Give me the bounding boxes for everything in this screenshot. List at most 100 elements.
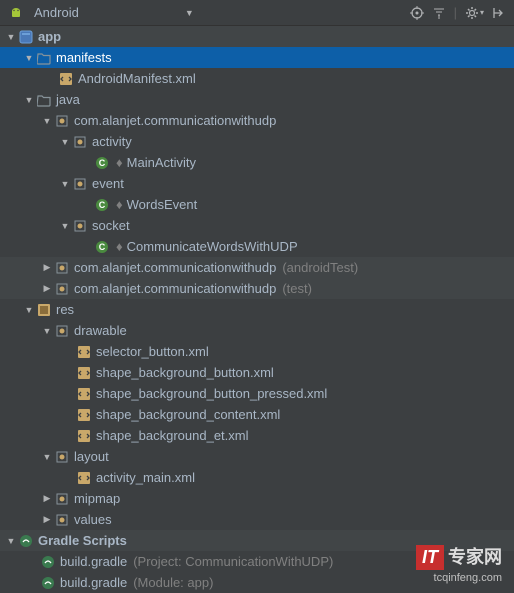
expand-arrow[interactable] bbox=[22, 305, 36, 315]
tree-node-words-event[interactable]: ♦ WordsEvent bbox=[0, 194, 514, 215]
tree-node-shape-bg-et[interactable]: shape_background_et.xml bbox=[0, 425, 514, 446]
node-label: values bbox=[74, 512, 112, 527]
tree-node-main-activity[interactable]: ♦ MainActivity bbox=[0, 152, 514, 173]
tree-node-app[interactable]: app bbox=[0, 26, 514, 47]
expand-arrow[interactable] bbox=[58, 137, 72, 147]
expand-arrow[interactable] bbox=[40, 514, 54, 525]
node-suffix: (test) bbox=[282, 281, 312, 296]
tree-node-package-event[interactable]: event bbox=[0, 173, 514, 194]
node-label: activity_main.xml bbox=[96, 470, 195, 485]
node-label: res bbox=[56, 302, 74, 317]
view-label: Android bbox=[34, 5, 79, 20]
package-icon bbox=[54, 281, 70, 297]
scroll-from-source-button[interactable] bbox=[410, 6, 424, 20]
xml-file-icon bbox=[76, 386, 92, 402]
xml-file-icon bbox=[76, 344, 92, 360]
node-label: selector_button.xml bbox=[96, 344, 209, 359]
node-suffix: (Module: app) bbox=[133, 575, 213, 590]
expand-arrow[interactable] bbox=[40, 493, 54, 504]
tree-node-drawable[interactable]: drawable bbox=[0, 320, 514, 341]
tree-node-values[interactable]: values bbox=[0, 509, 514, 530]
package-icon bbox=[54, 113, 70, 129]
node-label: event bbox=[92, 176, 124, 191]
node-label: java bbox=[56, 92, 80, 107]
package-icon bbox=[54, 512, 70, 528]
gradle-icon bbox=[40, 554, 56, 570]
tree-node-communicate[interactable]: ♦ CommunicateWordsWithUDP bbox=[0, 236, 514, 257]
tree-node-java[interactable]: java bbox=[0, 89, 514, 110]
node-label: socket bbox=[92, 218, 130, 233]
tree-node-res[interactable]: res bbox=[0, 299, 514, 320]
package-icon bbox=[54, 491, 70, 507]
node-suffix: (Project: CommunicationWithUDP) bbox=[133, 554, 333, 569]
package-icon bbox=[72, 176, 88, 192]
package-icon bbox=[54, 323, 70, 339]
xml-file-icon bbox=[76, 365, 92, 381]
project-tree: app manifests AndroidManifest.xml java c… bbox=[0, 26, 514, 593]
tree-node-gradle-scripts[interactable]: Gradle Scripts bbox=[0, 530, 514, 551]
node-label: com.alanjet.communicationwithudp bbox=[74, 113, 276, 128]
expand-arrow[interactable] bbox=[58, 221, 72, 231]
xml-file-icon bbox=[76, 407, 92, 423]
expand-arrow[interactable] bbox=[22, 53, 36, 63]
expand-arrow[interactable] bbox=[22, 95, 36, 105]
package-icon bbox=[72, 218, 88, 234]
gradle-icon bbox=[40, 575, 56, 591]
node-label: shape_background_button_pressed.xml bbox=[96, 386, 327, 401]
tree-node-package-androidtest[interactable]: com.alanjet.communicationwithudp (androi… bbox=[0, 257, 514, 278]
expand-arrow[interactable] bbox=[40, 326, 54, 336]
android-icon bbox=[8, 5, 24, 21]
node-label: build.gradle bbox=[60, 575, 127, 590]
folder-icon bbox=[36, 92, 52, 108]
package-icon bbox=[72, 134, 88, 150]
tree-node-selector-button[interactable]: selector_button.xml bbox=[0, 341, 514, 362]
expand-arrow[interactable] bbox=[40, 262, 54, 273]
expand-arrow[interactable] bbox=[40, 116, 54, 126]
settings-button[interactable]: ▾ bbox=[465, 6, 484, 20]
tree-node-package-socket[interactable]: socket bbox=[0, 215, 514, 236]
node-label: mipmap bbox=[74, 491, 120, 506]
view-selector[interactable]: Android ▼ bbox=[8, 5, 410, 21]
tree-node-manifests[interactable]: manifests bbox=[0, 47, 514, 68]
expand-arrow[interactable] bbox=[4, 32, 18, 42]
tree-node-layout[interactable]: layout bbox=[0, 446, 514, 467]
node-label: app bbox=[38, 29, 61, 44]
toolbar: Android ▼ | ▾ bbox=[0, 0, 514, 26]
node-label: CommunicateWordsWithUDP bbox=[127, 239, 298, 254]
node-label: layout bbox=[74, 449, 109, 464]
expand-arrow[interactable] bbox=[40, 452, 54, 462]
tree-node-shape-bg-content[interactable]: shape_background_content.xml bbox=[0, 404, 514, 425]
node-label: drawable bbox=[74, 323, 127, 338]
tree-node-package-main[interactable]: com.alanjet.communicationwithudp bbox=[0, 110, 514, 131]
tree-node-mipmap[interactable]: mipmap bbox=[0, 488, 514, 509]
node-label: build.gradle bbox=[60, 554, 127, 569]
tree-node-shape-bg-button[interactable]: shape_background_button.xml bbox=[0, 362, 514, 383]
collapse-all-button[interactable] bbox=[432, 6, 446, 20]
tree-node-activity-main-xml[interactable]: activity_main.xml bbox=[0, 467, 514, 488]
node-label: manifests bbox=[56, 50, 112, 65]
node-label: shape_background_et.xml bbox=[96, 428, 249, 443]
xml-file-icon bbox=[76, 428, 92, 444]
tree-node-build-gradle-module[interactable]: build.gradle (Module: app) bbox=[0, 572, 514, 593]
class-icon bbox=[94, 239, 110, 255]
tree-node-android-manifest[interactable]: AndroidManifest.xml bbox=[0, 68, 514, 89]
node-label: com.alanjet.communicationwithudp bbox=[74, 281, 276, 296]
chevron-down-icon: ▼ bbox=[185, 8, 194, 18]
package-icon bbox=[54, 260, 70, 276]
divider: | bbox=[454, 5, 457, 20]
node-label: Gradle Scripts bbox=[38, 533, 127, 548]
xml-file-icon bbox=[76, 470, 92, 486]
node-label: activity bbox=[92, 134, 132, 149]
expand-arrow[interactable] bbox=[4, 536, 18, 546]
node-suffix: (androidTest) bbox=[282, 260, 358, 275]
gradle-icon bbox=[18, 533, 34, 549]
tree-node-package-activity[interactable]: activity bbox=[0, 131, 514, 152]
node-label: shape_background_content.xml bbox=[96, 407, 280, 422]
tree-node-build-gradle-project[interactable]: build.gradle (Project: CommunicationWith… bbox=[0, 551, 514, 572]
tree-node-package-test[interactable]: com.alanjet.communicationwithudp (test) bbox=[0, 278, 514, 299]
package-icon bbox=[54, 449, 70, 465]
tree-node-shape-bg-button-pressed[interactable]: shape_background_button_pressed.xml bbox=[0, 383, 514, 404]
expand-arrow[interactable] bbox=[58, 179, 72, 189]
expand-arrow[interactable] bbox=[40, 283, 54, 294]
hide-button[interactable] bbox=[492, 6, 506, 20]
